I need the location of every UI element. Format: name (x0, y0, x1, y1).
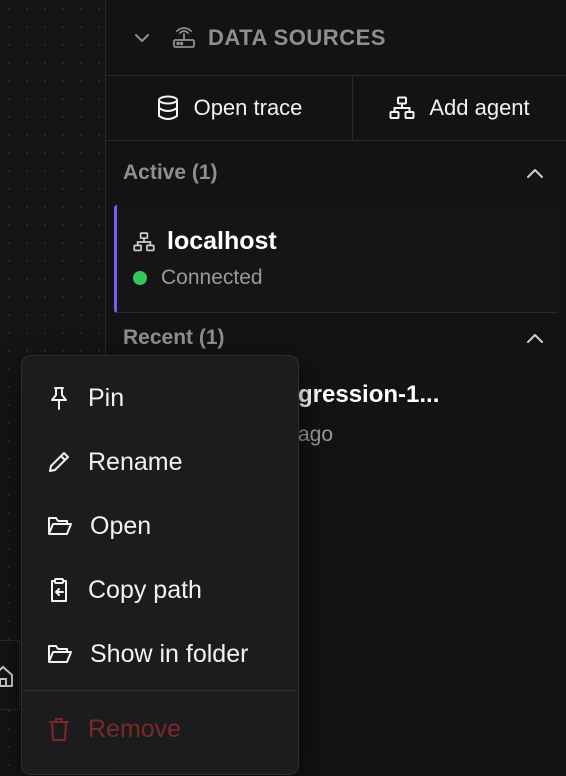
open-trace-label: Open trace (193, 95, 303, 120)
trash-icon (49, 718, 69, 741)
hierarchy-icon (133, 231, 155, 251)
active-section-label: Active (1) (123, 161, 218, 184)
home-icon (0, 665, 13, 687)
folder-open-icon (48, 517, 72, 535)
menu-divider (22, 690, 298, 691)
panel-header: DATA SOURCES (106, 0, 566, 76)
folder-icon (48, 645, 72, 663)
recent-section-label: Recent (1) (123, 326, 225, 349)
menu-label-open: Open (90, 511, 152, 540)
add-agent-label: Add agent (429, 95, 530, 120)
router-icon (172, 26, 196, 49)
status-dot-icon (133, 271, 147, 285)
active-source-item[interactable]: localhost Connected (114, 205, 558, 313)
menu-label-remove: Remove (88, 714, 182, 743)
menu-item-remove[interactable]: Remove (22, 697, 298, 761)
source-status: Connected (161, 266, 263, 289)
clipboard-copy-icon (51, 578, 67, 602)
menu-label-pin: Pin (88, 383, 125, 412)
menu-item-copy-path[interactable]: Copy path (22, 558, 298, 622)
menu-label-copy-path: Copy path (88, 575, 202, 604)
add-agent-button[interactable]: Add agent (353, 76, 566, 140)
recent-source-time: ago (298, 423, 334, 446)
chevron-up-icon[interactable] (526, 168, 544, 179)
home-button[interactable] (0, 640, 20, 710)
pin-icon (51, 387, 67, 410)
hierarchy-icon (389, 96, 415, 119)
menu-label-show-in-folder: Show in folder (90, 639, 249, 668)
panel-title: DATA SOURCES (208, 24, 386, 50)
menu-item-pin[interactable]: Pin (22, 366, 298, 430)
menu-item-open[interactable]: Open (22, 494, 298, 558)
source-name: localhost (167, 227, 277, 255)
database-icon (157, 95, 178, 120)
menu-item-show-in-folder[interactable]: Show in folder (22, 622, 298, 686)
context-menu: Pin Rename Open Copy path Show in folder (21, 355, 299, 775)
chevron-up-icon[interactable] (526, 333, 544, 344)
panel-actions: Open trace Add agent (106, 76, 566, 141)
open-trace-button[interactable]: Open trace (106, 76, 353, 140)
menu-item-rename[interactable]: Rename (22, 430, 298, 494)
menu-label-rename: Rename (88, 447, 183, 476)
recent-source-name: gression-1... (298, 381, 440, 408)
collapse-chevron-icon[interactable] (134, 33, 150, 43)
active-section-header[interactable]: Active (1) (106, 141, 566, 205)
pencil-icon (49, 452, 69, 472)
